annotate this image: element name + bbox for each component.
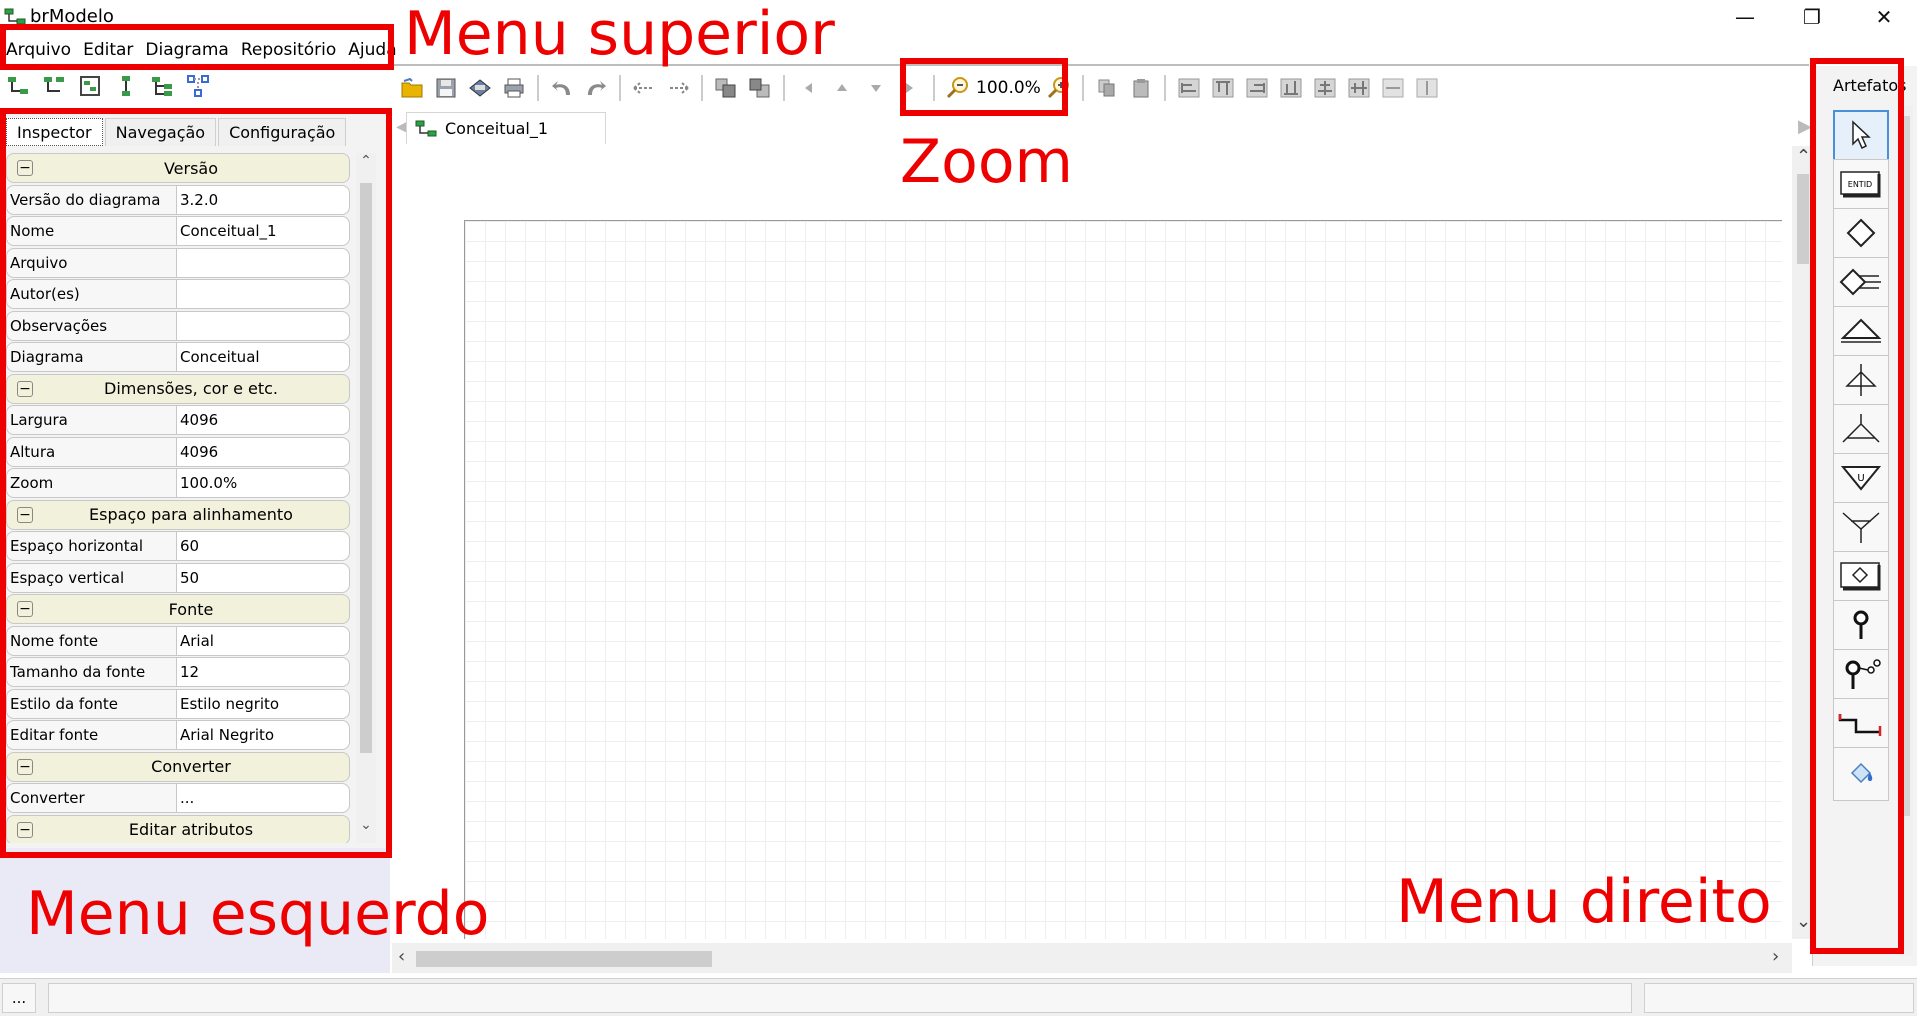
brmodelo-window: brModelo — ❐ ✕ Arquivo Editar Diagrama R… [0, 0, 1917, 1016]
center-horizontal-icon[interactable] [1311, 74, 1339, 102]
toolbar-separator [783, 75, 785, 101]
toolbar-separator [537, 75, 539, 101]
annotation-label-zoom: Zoom [900, 127, 1073, 197]
annotation-box-zoom [900, 58, 1068, 116]
send-back-icon[interactable] [746, 74, 774, 102]
maximize-button[interactable]: ❐ [1784, 0, 1840, 34]
move-first-icon[interactable] [794, 74, 822, 102]
document-tab-label: Conceitual_1 [445, 119, 549, 138]
tree-icon[interactable] [150, 74, 174, 98]
new-physical-icon[interactable] [78, 74, 102, 98]
status-info-field [1644, 983, 1914, 1013]
minimize-button[interactable]: — [1717, 0, 1773, 34]
horizontal-scroll-thumb[interactable] [416, 951, 712, 967]
new-conceptual-icon[interactable] [6, 74, 30, 98]
same-height-icon[interactable] [1413, 74, 1441, 102]
open-folder-icon[interactable] [398, 74, 426, 102]
toolbar-separator [701, 75, 703, 101]
align-bottom-icon[interactable] [1277, 74, 1305, 102]
annotation-label-menu-superior: Menu superior [404, 0, 835, 69]
left-toolbar [0, 70, 390, 102]
copy-icon[interactable] [1093, 74, 1121, 102]
save-as-icon[interactable] [466, 74, 494, 102]
canvas-grid[interactable] [464, 220, 1782, 939]
align-left-arrows-icon[interactable] [630, 74, 658, 102]
status-bar: ... [0, 978, 1917, 1016]
annotation-box-menu-superior [0, 24, 394, 70]
align-top-icon[interactable] [1209, 74, 1237, 102]
hierarchy-icon[interactable] [114, 74, 138, 98]
diagram-canvas[interactable] [392, 146, 1792, 939]
scroll-left-icon[interactable]: ‹ [398, 946, 405, 967]
align-left-icon[interactable] [1175, 74, 1203, 102]
annotation-label-menu-direito: Menu direito [1396, 867, 1772, 937]
scroll-down-icon[interactable]: ⌄ [1796, 911, 1811, 932]
toolbar-separator [1081, 75, 1084, 101]
scroll-right-icon[interactable]: › [1772, 946, 1779, 967]
document-tab[interactable]: Conceitual_1 [406, 112, 606, 144]
toolbar-separator [1163, 75, 1166, 101]
status-menu-button[interactable]: ... [2, 983, 36, 1013]
canvas-horizontal-scrollbar[interactable]: ‹ › [392, 943, 1792, 973]
bring-front-icon[interactable] [712, 74, 740, 102]
paste-icon[interactable] [1127, 74, 1155, 102]
annotation-box-menu-esquerdo [0, 108, 392, 858]
close-button[interactable]: ✕ [1856, 0, 1912, 34]
annotation-box-menu-direito [1810, 58, 1904, 954]
conceptual-diagram-icon [415, 120, 437, 136]
vertical-scroll-thumb[interactable] [1797, 174, 1809, 264]
center-vertical-icon[interactable] [1345, 74, 1373, 102]
move-down-icon[interactable] [862, 74, 890, 102]
annotation-label-menu-esquerdo: Menu esquerdo [26, 879, 490, 949]
save-icon[interactable] [432, 74, 460, 102]
new-logical-icon[interactable] [42, 74, 66, 98]
align-right-icon[interactable] [1243, 74, 1271, 102]
scroll-up-icon[interactable]: ⌃ [1796, 146, 1811, 167]
status-message-field [48, 983, 1632, 1013]
toolbar-separator [619, 75, 621, 101]
redo-icon[interactable] [582, 74, 610, 102]
move-up-icon[interactable] [828, 74, 856, 102]
same-width-icon[interactable] [1379, 74, 1407, 102]
align-right-arrows-icon[interactable] [664, 74, 692, 102]
main-toolbar: 100.0% [392, 70, 1812, 106]
network-icon[interactable] [186, 74, 210, 98]
undo-icon[interactable] [548, 74, 576, 102]
print-icon[interactable] [500, 74, 528, 102]
